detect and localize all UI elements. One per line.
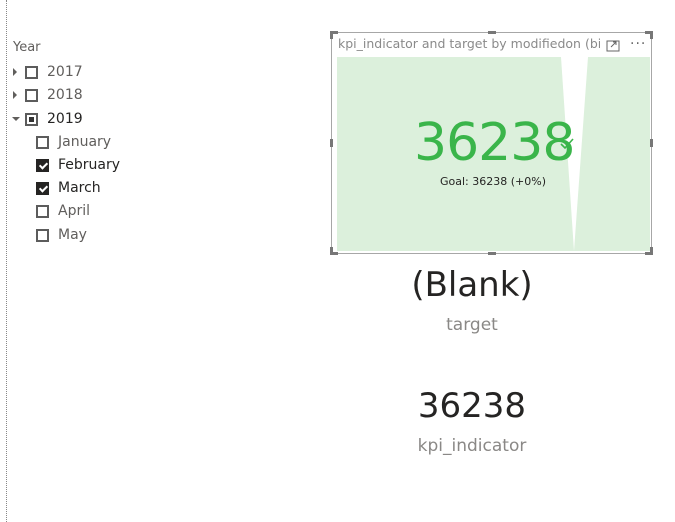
slicer-year-2018[interactable]: 2018 <box>12 85 83 105</box>
slicer-month-march[interactable]: March <box>36 178 101 198</box>
resize-handle-top[interactable] <box>488 31 496 34</box>
checkbox[interactable] <box>36 204 49 218</box>
focus-mode-icon[interactable] <box>606 40 620 52</box>
visual-title: kpi_indicator and target by modifiedon (… <box>338 36 600 51</box>
expand-icon[interactable] <box>12 90 20 100</box>
kpi-card-label: kpi_indicator <box>417 436 527 456</box>
resize-handle-left[interactable] <box>330 139 333 147</box>
month-label: February <box>58 157 121 173</box>
slicer-month-january[interactable]: January <box>36 132 111 152</box>
year-label: 2019 <box>47 111 83 127</box>
month-label: March <box>58 180 101 196</box>
slicer-month-may[interactable]: May <box>36 225 87 245</box>
target-card-value: (Blank) <box>411 265 533 305</box>
slicer-title: Year <box>13 40 41 55</box>
report-left-border <box>6 0 7 522</box>
checkbox[interactable] <box>36 135 49 149</box>
slicer-year-2019[interactable]: 2019 <box>12 109 83 129</box>
checked-checkbox[interactable] <box>36 158 49 172</box>
kpi-goal: Goal: 36238 (+0%) <box>440 175 546 188</box>
month-label: May <box>58 227 87 243</box>
collapse-icon[interactable] <box>12 114 20 124</box>
year-label: 2017 <box>47 64 83 80</box>
year-label: 2018 <box>47 87 83 103</box>
checkbox[interactable] <box>36 228 49 242</box>
resize-handle-bl-v[interactable] <box>330 247 333 255</box>
kpi-value: 36238 <box>414 113 575 173</box>
partial-checkbox[interactable] <box>25 112 38 126</box>
checked-checkbox[interactable] <box>36 181 49 195</box>
resize-handle-tr-v[interactable] <box>650 31 653 39</box>
kpi-visual[interactable]: kpi_indicator and target by modifiedon (… <box>330 31 653 255</box>
expand-icon[interactable] <box>12 67 20 77</box>
slicer-month-april[interactable]: April <box>36 201 90 221</box>
target-card-label: target <box>446 315 498 335</box>
kpi-card-value: 36238 <box>417 386 527 426</box>
checkbox[interactable] <box>25 88 38 102</box>
check-icon <box>560 138 574 150</box>
slicer-year-2017[interactable]: 2017 <box>12 62 83 82</box>
slicer-month-february[interactable]: February <box>36 155 120 175</box>
more-options-icon[interactable]: ··· <box>630 36 646 52</box>
resize-handle-right[interactable] <box>650 139 653 147</box>
resize-handle-tl-v[interactable] <box>330 31 333 39</box>
month-label: April <box>58 203 90 219</box>
month-label: January <box>58 134 112 150</box>
checkbox[interactable] <box>25 65 38 79</box>
resize-handle-bottom[interactable] <box>488 252 496 255</box>
resize-handle-br-v[interactable] <box>650 247 653 255</box>
